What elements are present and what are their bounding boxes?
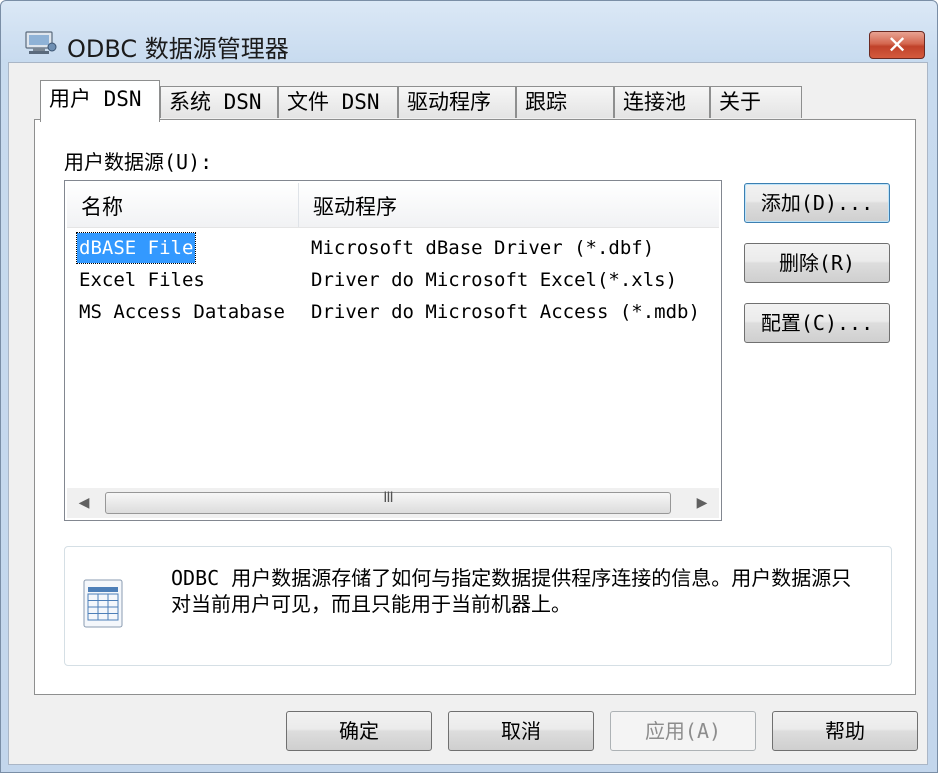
scrollbar-thumb[interactable]: III [105, 490, 671, 514]
cancel-button[interactable]: 取消 [448, 711, 594, 751]
tab-label: 用户 DSN [49, 87, 142, 111]
title-bar[interactable]: ODBC 数据源管理器 ✕ [1, 1, 937, 63]
add-button[interactable]: 添加(D)... [744, 183, 890, 223]
user-data-sources-label: 用户数据源(U): [64, 150, 213, 174]
close-button[interactable]: ✕ [869, 31, 925, 59]
tab-label: 文件 DSN [287, 90, 380, 114]
odbc-app-icon [25, 31, 57, 54]
tab-about[interactable]: 关于 [710, 86, 802, 118]
tab-system-dsn[interactable]: 系统 DSN [160, 86, 278, 118]
data-source-info-icon [83, 579, 123, 628]
list-item[interactable]: dBASE File Microsoft dBase Driver (*.dbf… [65, 232, 721, 264]
tab-connection-pooling[interactable]: 连接池 [614, 86, 710, 118]
horizontal-scrollbar[interactable]: ◀ III ▶ [67, 488, 719, 518]
list-item[interactable]: MS Access Database Driver do Microsoft A… [65, 297, 721, 327]
close-icon: ✕ [886, 31, 908, 59]
scroll-right-arrow-icon[interactable]: ▶ [685, 488, 719, 518]
dsn-name: dBASE File [75, 232, 197, 264]
remove-button[interactable]: 删除(R) [744, 243, 890, 283]
tab-drivers[interactable]: 驱动程序 [398, 86, 516, 118]
tab-file-dsn[interactable]: 文件 DSN [278, 86, 398, 118]
tab-label: 连接池 [623, 90, 686, 114]
tab-tracing[interactable]: 跟踪 [516, 86, 614, 118]
info-box: ODBC 用户数据源存储了如何与指定数据提供程序连接的信息。用户数据源只对当前用… [64, 546, 892, 666]
apply-button[interactable]: 应用(A) [610, 711, 756, 751]
dsn-driver: Driver do Microsoft Excel(*.xls) [311, 269, 678, 291]
dsn-name: Excel Files [79, 269, 205, 291]
tab-label: 跟踪 [525, 90, 567, 114]
window-title: ODBC 数据源管理器 [67, 35, 289, 63]
list-header: 名称 驱动程序 [67, 183, 719, 228]
dsn-driver: Driver do Microsoft Access (*.mdb) [311, 301, 700, 323]
dsn-name: MS Access Database [79, 301, 285, 323]
ok-button[interactable]: 确定 [286, 711, 432, 751]
tab-user-dsn[interactable]: 用户 DSN [40, 80, 160, 122]
dsn-driver: Microsoft dBase Driver (*.dbf) [311, 237, 655, 259]
column-header-name[interactable]: 名称 [67, 183, 299, 227]
tab-label: 关于 [719, 90, 761, 114]
scroll-left-arrow-icon[interactable]: ◀ [67, 488, 101, 518]
list-item[interactable]: Excel Files Driver do Microsoft Excel(*.… [65, 265, 721, 295]
configure-button[interactable]: 配置(C)... [744, 303, 890, 343]
column-header-driver[interactable]: 驱动程序 [299, 183, 719, 227]
user-dsn-list[interactable]: 名称 驱动程序 dBASE File Microsoft dBase Drive… [64, 180, 722, 521]
info-description: ODBC 用户数据源存储了如何与指定数据提供程序连接的信息。用户数据源只对当前用… [171, 566, 852, 616]
scrollbar-grip-icon: III [383, 490, 393, 506]
tab-label: 驱动程序 [407, 90, 491, 114]
tab-label: 系统 DSN [169, 90, 262, 114]
help-button[interactable]: 帮助 [772, 711, 918, 751]
